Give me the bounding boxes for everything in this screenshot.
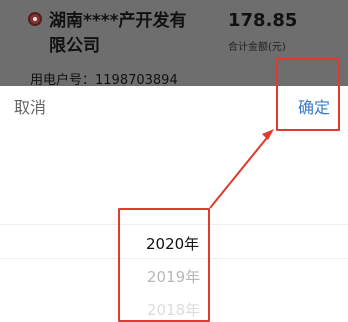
confirm-highlight-box (276, 58, 340, 131)
logo-dot (33, 17, 37, 21)
company-logo-icon (28, 12, 42, 26)
company-name: 湖南****产开发有限公司 (49, 11, 187, 56)
cancel-button[interactable]: 取消 (14, 94, 46, 118)
total-amount-label: 合计金额(元) (228, 42, 286, 53)
total-amount: 178.85 (228, 10, 298, 31)
year-highlight-box (118, 208, 210, 322)
